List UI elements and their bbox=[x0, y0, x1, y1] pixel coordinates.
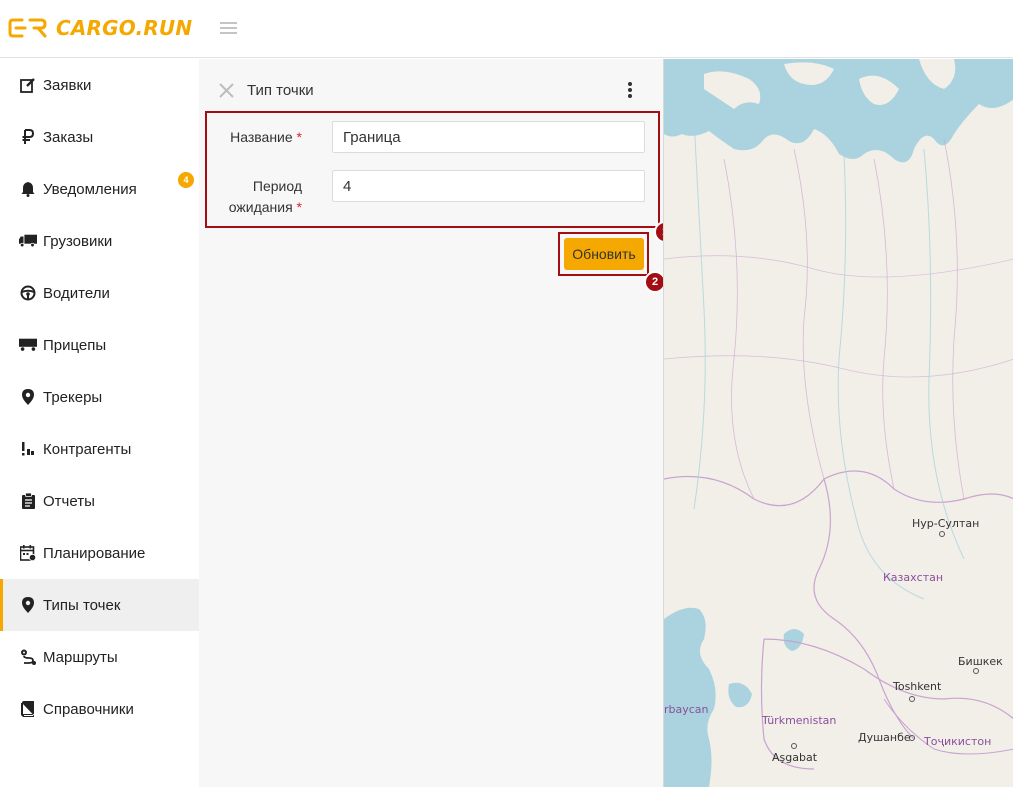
sidebar-item-requests[interactable]: Заявки bbox=[0, 59, 199, 111]
sidebar-item-label: Прицепы bbox=[43, 336, 107, 354]
sidebar-item-trucks[interactable]: Грузовики bbox=[0, 215, 199, 267]
map-label-bishkek: Бишкек bbox=[958, 655, 1003, 668]
update-button[interactable]: Обновить bbox=[564, 238, 644, 270]
map-label-ashgabat: Aşgabat bbox=[772, 751, 818, 764]
map-label-dushanbe: Душанбе bbox=[858, 731, 911, 744]
sidebar: Заявки Заказы Уведомления 4 Грузовики Во… bbox=[0, 59, 199, 787]
point-type-panel: Тип точки Название * Период ожидания * О… bbox=[199, 59, 676, 787]
waiting-period-input[interactable] bbox=[332, 170, 645, 202]
sidebar-item-reports[interactable]: Отчеты bbox=[0, 475, 199, 527]
sidebar-item-directories[interactable]: Справочники bbox=[0, 683, 199, 735]
sidebar-item-label: Заявки bbox=[43, 76, 92, 94]
sidebar-item-label: Типы точек bbox=[43, 596, 121, 614]
sidebar-item-trailers[interactable]: Прицепы bbox=[0, 319, 199, 371]
map-label-toshkent: Toshkent bbox=[893, 680, 942, 693]
sidebar-item-planning[interactable]: Планирование bbox=[0, 527, 199, 579]
hamburger-icon[interactable] bbox=[220, 22, 237, 36]
route-icon bbox=[19, 648, 37, 666]
sidebar-item-contractors[interactable]: Контрагенты bbox=[0, 423, 199, 475]
edit-icon bbox=[19, 76, 37, 94]
sidebar-item-label: Маршруты bbox=[43, 648, 118, 666]
map-label-kazakhstan: Казахстан bbox=[883, 571, 944, 584]
map-label-tajikistan: Тоҷикистон bbox=[924, 735, 992, 748]
sidebar-item-point-types[interactable]: Типы точек bbox=[0, 579, 199, 631]
map-label-turkmenistan: Türkmenistan bbox=[762, 714, 837, 727]
name-input[interactable] bbox=[332, 121, 645, 153]
period-label-line2: ожидания bbox=[228, 199, 293, 215]
sidebar-item-label: Уведомления bbox=[43, 180, 137, 198]
trailer-icon bbox=[19, 336, 37, 354]
map-tiles bbox=[664, 59, 1013, 787]
sidebar-item-label: Справочники bbox=[43, 700, 134, 718]
logo[interactable]: CARGO.RUN bbox=[8, 14, 192, 42]
book-icon bbox=[19, 700, 37, 718]
map-marker-icon bbox=[19, 596, 37, 614]
steering-wheel-icon bbox=[19, 284, 37, 302]
map-marker-icon bbox=[19, 388, 37, 406]
sidebar-item-label: Водители bbox=[43, 284, 110, 302]
sidebar-item-label: Контрагенты bbox=[43, 440, 132, 458]
required-mark: * bbox=[296, 199, 302, 215]
panel-title: Тип точки bbox=[247, 82, 314, 99]
sidebar-item-orders[interactable]: Заказы bbox=[0, 111, 199, 163]
close-icon[interactable] bbox=[218, 82, 235, 99]
name-label-text: Название bbox=[230, 129, 293, 145]
app-header: CARGO.RUN bbox=[0, 0, 1013, 58]
calendar-icon bbox=[19, 544, 37, 562]
map-label-azerbaycan: rbaycan bbox=[664, 703, 709, 716]
period-field-label: Период ожидания * bbox=[219, 176, 302, 218]
sidebar-item-trackers[interactable]: Трекеры bbox=[0, 371, 199, 423]
required-mark: * bbox=[296, 129, 302, 145]
sidebar-item-label: Грузовики bbox=[43, 232, 113, 250]
sidebar-item-notifications[interactable]: Уведомления 4 bbox=[0, 163, 199, 215]
sidebar-item-label: Отчеты bbox=[43, 492, 95, 510]
more-options-icon[interactable] bbox=[623, 80, 637, 100]
sidebar-item-label: Трекеры bbox=[43, 388, 103, 406]
map-view[interactable]: Нур-Султан Казахстан Бишкек Toshkent rba… bbox=[663, 59, 1013, 787]
period-label-line1: Период bbox=[252, 178, 302, 194]
notification-count-badge: 4 bbox=[178, 172, 194, 188]
ruble-icon bbox=[19, 128, 37, 146]
truck-icon bbox=[19, 232, 37, 250]
map-label-nur-sultan: Нур-Султан bbox=[912, 517, 980, 530]
sidebar-item-routes[interactable]: Маршруты bbox=[0, 631, 199, 683]
name-field-label: Название * bbox=[219, 127, 302, 148]
sidebar-item-label: Планирование bbox=[43, 544, 146, 562]
bell-icon bbox=[19, 180, 37, 198]
contractor-icon bbox=[19, 440, 37, 458]
report-icon bbox=[19, 492, 37, 510]
sidebar-item-label: Заказы bbox=[43, 128, 94, 146]
sidebar-item-drivers[interactable]: Водители bbox=[0, 267, 199, 319]
logo-text: CARGO.RUN bbox=[56, 16, 193, 40]
cargo-run-logo-icon bbox=[8, 18, 47, 38]
